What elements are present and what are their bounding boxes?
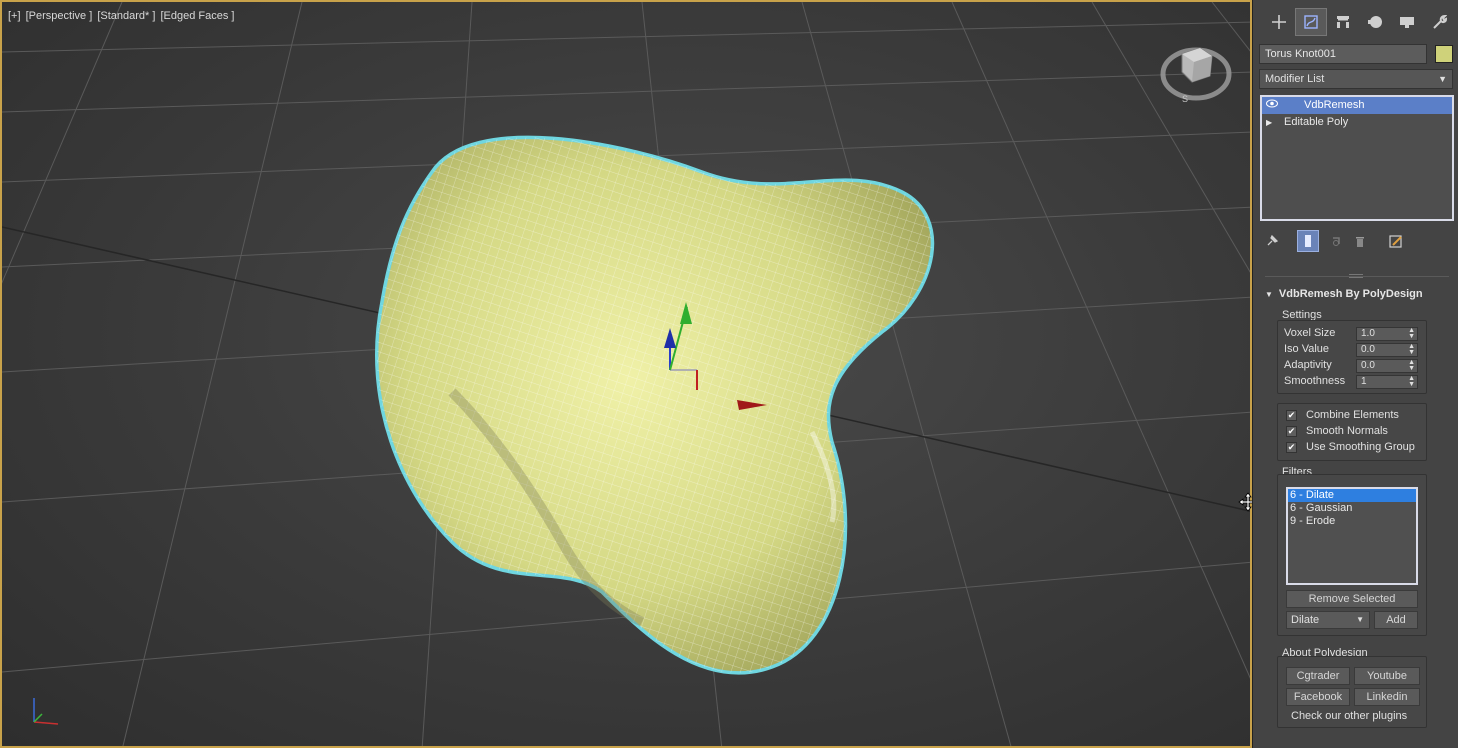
spinner-arrows-icon: ▲ ▼ bbox=[1408, 343, 1415, 356]
iso-value-row: Iso Value 0.0 ▲ ▼ bbox=[1284, 343, 1424, 357]
smooth-normals-label: Smooth Normals bbox=[1306, 425, 1388, 437]
viewport-scene bbox=[2, 2, 1250, 746]
combine-elements-label: Combine Elements bbox=[1306, 409, 1399, 421]
settings-group: Voxel Size 1.0 ▲ ▼ Iso Value 0.0 ▲ ▼ Adaptiv… bbox=[1277, 320, 1427, 394]
remove-modifier-trash-icon[interactable] bbox=[1349, 230, 1371, 252]
cgtrader-button[interactable]: Cgtrader bbox=[1286, 667, 1350, 685]
show-end-result-icon[interactable] bbox=[1297, 230, 1319, 252]
remeshed-object bbox=[374, 135, 935, 675]
adaptivity-label: Adaptivity bbox=[1284, 359, 1332, 371]
adaptivity-spinner[interactable]: 0.0 ▲ ▼ bbox=[1356, 359, 1418, 373]
spinner-arrows-icon: ▲ ▼ bbox=[1408, 327, 1415, 340]
command-panel: Torus Knot001 Modifier List ▼ VdbRemesh … bbox=[1252, 0, 1458, 748]
smoothness-spinner[interactable]: 1 ▲ ▼ bbox=[1356, 375, 1418, 389]
use-smoothing-group-label: Use Smoothing Group bbox=[1306, 441, 1415, 453]
chevron-down-icon: ▼ bbox=[1438, 74, 1447, 84]
spinner-arrows-icon: ▲ ▼ bbox=[1408, 375, 1415, 388]
object-name-row: Torus Knot001 bbox=[1259, 44, 1453, 64]
viewport-label[interactable]: [+] [Perspective ] [Standard* ] [Edged F… bbox=[8, 10, 236, 22]
filters-group: 6 - Dilate 6 - Gaussian 9 - Erode Remove… bbox=[1277, 474, 1427, 636]
axis-tripod-icon bbox=[33, 698, 59, 725]
combine-elements-checkbox[interactable]: ✔ bbox=[1286, 410, 1297, 421]
adaptivity-row: Adaptivity 0.0 ▲ ▼ bbox=[1284, 359, 1424, 373]
stack-item-editable-poly[interactable]: ▶ Editable Poly bbox=[1262, 114, 1452, 131]
create-tab-icon[interactable] bbox=[1263, 8, 1295, 36]
eye-icon[interactable] bbox=[1266, 98, 1282, 114]
stack-item-label: Editable Poly bbox=[1284, 116, 1349, 128]
collapse-triangle-icon: ▼ bbox=[1265, 290, 1273, 299]
compass-south-label: S bbox=[1182, 94, 1188, 102]
iso-value-label: Iso Value bbox=[1284, 343, 1330, 355]
smoothness-label: Smoothness bbox=[1284, 375, 1346, 387]
use-smoothing-group-checkbox[interactable]: ✔ bbox=[1286, 442, 1297, 453]
utilities-wrench-icon[interactable] bbox=[1423, 8, 1455, 36]
filter-item-gaussian[interactable]: 6 - Gaussian bbox=[1288, 502, 1416, 515]
linkedin-button[interactable]: Linkedin bbox=[1354, 688, 1420, 706]
pin-stack-icon[interactable] bbox=[1261, 230, 1283, 252]
voxel-size-spinner[interactable]: 1.0 ▲ ▼ bbox=[1356, 327, 1418, 341]
display-tab-icon[interactable] bbox=[1391, 8, 1423, 36]
iso-value-spinner[interactable]: 0.0 ▲ ▼ bbox=[1356, 343, 1418, 357]
spinner-arrows-icon: ▲ ▼ bbox=[1408, 359, 1415, 372]
add-filter-button[interactable]: Add bbox=[1374, 611, 1418, 629]
filter-type-dropdown[interactable]: Dilate ▼ bbox=[1286, 611, 1370, 629]
chevron-down-icon: ▼ bbox=[1356, 615, 1364, 624]
modifier-list-label: Modifier List bbox=[1265, 73, 1325, 85]
command-panel-tabs bbox=[1253, 8, 1458, 38]
rollout-header[interactable]: ▼ VdbRemesh By PolyDesign bbox=[1265, 288, 1423, 300]
youtube-button[interactable]: Youtube bbox=[1354, 667, 1420, 685]
rollout-title: VdbRemesh By PolyDesign bbox=[1278, 288, 1423, 300]
options-group: ✔ Combine Elements ✔ Smooth Normals ✔ Us… bbox=[1277, 403, 1427, 461]
configure-modifier-sets-icon[interactable] bbox=[1385, 230, 1407, 252]
voxel-size-label: Voxel Size bbox=[1284, 327, 1336, 339]
stack-item-vdbremesh[interactable]: VdbRemesh bbox=[1262, 97, 1452, 114]
modify-tab-icon[interactable] bbox=[1295, 8, 1327, 36]
divider-grip[interactable] bbox=[1349, 274, 1363, 278]
motion-tab-icon[interactable] bbox=[1359, 8, 1391, 36]
filter-item-dilate[interactable]: 6 - Dilate bbox=[1288, 489, 1416, 502]
hierarchy-tab-icon[interactable] bbox=[1327, 8, 1359, 36]
smooth-normals-checkbox[interactable]: ✔ bbox=[1286, 426, 1297, 437]
about-group: Cgtrader Youtube Facebook Linkedin Check… bbox=[1277, 656, 1427, 728]
object-color-swatch[interactable] bbox=[1435, 45, 1453, 63]
filter-item-erode[interactable]: 9 - Erode bbox=[1288, 515, 1416, 528]
viewport-general-menu[interactable]: [+] bbox=[8, 10, 21, 22]
viewport-shading-menu[interactable]: [Standard* ] bbox=[97, 10, 155, 22]
voxel-size-row: Voxel Size 1.0 ▲ ▼ bbox=[1284, 327, 1424, 341]
viewcube[interactable]: S bbox=[1160, 40, 1232, 102]
make-unique-icon[interactable] bbox=[1325, 230, 1347, 252]
viewport-pov-menu[interactable]: [Perspective ] bbox=[26, 10, 93, 22]
perspective-viewport[interactable]: [+] [Perspective ] [Standard* ] [Edged F… bbox=[0, 0, 1252, 748]
modifier-stack[interactable]: VdbRemesh ▶ Editable Poly bbox=[1260, 95, 1454, 221]
facebook-button[interactable]: Facebook bbox=[1286, 688, 1350, 706]
filter-listbox[interactable]: 6 - Dilate 6 - Gaussian 9 - Erode bbox=[1286, 487, 1418, 585]
stack-item-label: VdbRemesh bbox=[1304, 99, 1365, 111]
expand-triangle-icon[interactable]: ▶ bbox=[1266, 115, 1282, 131]
remove-selected-button[interactable]: Remove Selected bbox=[1286, 590, 1418, 608]
viewport-display-menu[interactable]: [Edged Faces ] bbox=[160, 10, 234, 22]
other-plugins-link[interactable]: Check our other plugins bbox=[1291, 710, 1407, 722]
modifier-list-dropdown[interactable]: Modifier List ▼ bbox=[1259, 69, 1453, 89]
stack-toolbar bbox=[1261, 230, 1451, 252]
object-name-field[interactable]: Torus Knot001 bbox=[1259, 44, 1427, 64]
filter-type-value: Dilate bbox=[1291, 614, 1320, 626]
smoothness-row: Smoothness 1 ▲ ▼ bbox=[1284, 375, 1424, 389]
